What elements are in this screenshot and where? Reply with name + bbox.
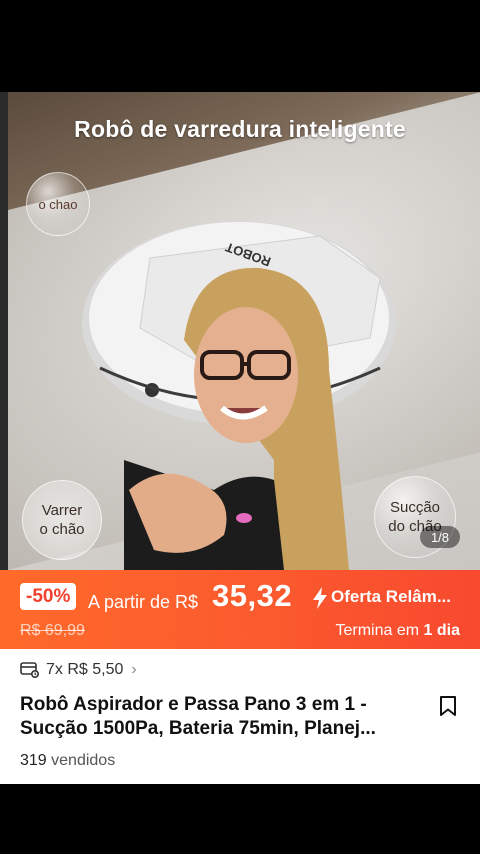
sold-count: 319 vendidos <box>20 752 115 770</box>
installment-text: 7x R$ 5,50 <box>46 661 124 678</box>
original-price: R$ 69,99 <box>20 622 85 639</box>
countdown-value: 1 dia <box>423 622 460 639</box>
discount-badge: -50% <box>20 583 77 610</box>
image-edge <box>0 92 8 570</box>
bookmark-icon[interactable] <box>438 695 458 717</box>
product-title-line1: Robô Aspirador e Passa Pano 3 em 1 - <box>20 694 367 715</box>
product-image-gallery[interactable]: ROBOT Robô de varredura inteligente o ch… <box>0 92 480 570</box>
flash-sale-banner[interactable]: -50% A partir de R$ 35,32 Oferta Relâm..… <box>0 570 480 649</box>
bottom-bar <box>0 784 480 854</box>
image-headline: Robô de varredura inteligente <box>74 116 406 142</box>
status-bar <box>0 0 480 92</box>
product-title-line2: Sucção 1500Pa, Bateria 75min, Planej... <box>20 718 376 739</box>
current-price: 35,32 <box>212 578 293 613</box>
countdown-prefix: Termina em <box>335 622 420 639</box>
installment-row[interactable]: 7x R$ 5,50 › <box>20 659 137 681</box>
product-info-section: 7x R$ 5,50 › Robô Aspirador e Passa Pano… <box>0 649 480 784</box>
sold-label: vendidos <box>51 752 116 769</box>
chevron-right-icon: › <box>131 661 137 678</box>
truck-card-icon <box>20 662 40 679</box>
sold-number: 319 <box>20 752 47 769</box>
presenter-video-image <box>124 267 349 570</box>
bubble-floor-label: o chao <box>26 172 90 236</box>
sale-countdown: Termina em 1 dia <box>336 622 461 640</box>
lightning-icon <box>313 587 327 609</box>
image-counter: 1/8 <box>420 526 460 548</box>
flash-sale-label[interactable]: Oferta Relâm... <box>331 587 451 607</box>
price-from-label: A partir de R$ <box>88 592 199 612</box>
bubble-sweep-label: Varrer o chão <box>22 480 102 560</box>
product-title: Robô Aspirador e Passa Pano 3 em 1 - Suc… <box>20 693 420 741</box>
